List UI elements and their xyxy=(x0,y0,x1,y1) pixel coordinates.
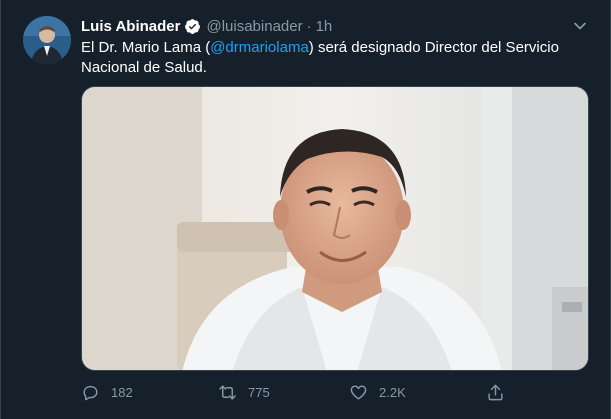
author-name[interactable]: Luis Abinader xyxy=(81,18,180,35)
retweet-icon xyxy=(219,384,236,400)
tweet-text: El Dr. Mario Lama (@drmariolama) será de… xyxy=(81,38,561,78)
tweet-timestamp[interactable]: 1h xyxy=(316,18,333,35)
reply-icon xyxy=(83,385,98,400)
heart-icon xyxy=(350,384,367,400)
retweet-count: 775 xyxy=(248,384,270,400)
share-button[interactable] xyxy=(486,380,516,404)
reply-button[interactable]: 182 xyxy=(81,380,133,404)
verified-badge-icon xyxy=(184,18,201,35)
mention-link[interactable]: @drmariolama xyxy=(210,39,309,56)
author-handle[interactable]: @luisabinader xyxy=(206,18,302,35)
tweet-header: Luis Abinader @luisabinader · 1h xyxy=(81,16,332,36)
chevron-down-icon[interactable] xyxy=(570,16,590,36)
like-button[interactable]: 2.2K xyxy=(349,380,406,404)
tweet-card[interactable]: Luis Abinader @luisabinader · 1h El Dr. … xyxy=(0,0,611,419)
like-count: 2.2K xyxy=(379,384,406,400)
tweet-text-before: El Dr. Mario Lama ( xyxy=(81,39,211,56)
retweet-button[interactable]: 775 xyxy=(218,380,270,404)
reply-count: 182 xyxy=(111,384,133,400)
author-avatar[interactable] xyxy=(23,16,71,64)
separator-dot: · xyxy=(306,17,312,35)
tweet-actions: 182 775 2.2K xyxy=(81,380,589,404)
tweet-photo[interactable] xyxy=(81,86,589,371)
share-icon xyxy=(488,384,503,400)
